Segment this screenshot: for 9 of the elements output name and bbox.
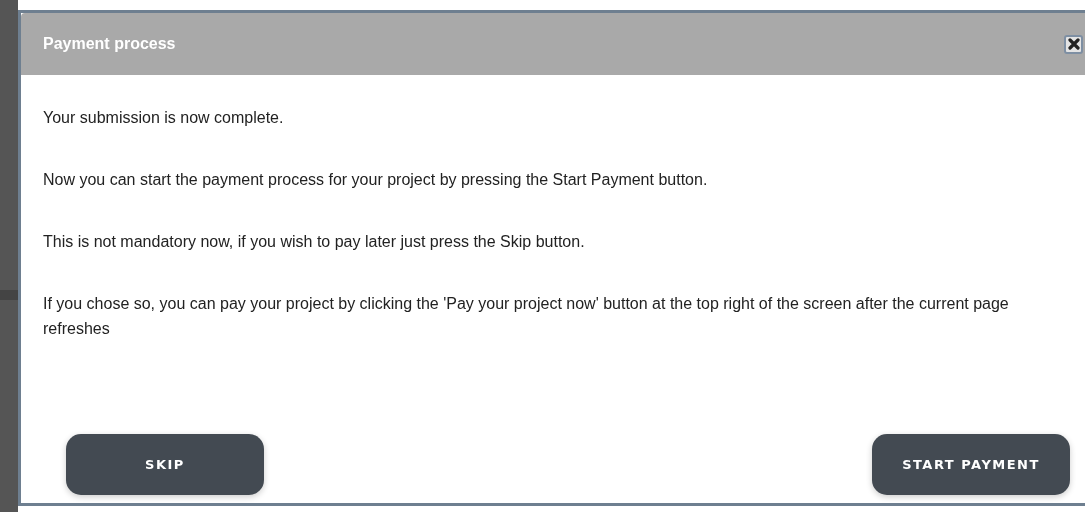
close-button[interactable] xyxy=(1064,34,1083,54)
dialog-title: Payment process xyxy=(43,35,176,53)
message-paragraph: Your submission is now complete. xyxy=(43,108,285,128)
close-icon xyxy=(1067,38,1080,50)
message-paragraph: This is not mandatory now, if you wish to pay later just press the Skip button. xyxy=(43,232,586,252)
start-payment-button[interactable]: START PAYMENT xyxy=(872,434,1070,495)
message-paragraph: If you chose so, you can pay your project by clicking the 'Pay your project now' button at the top right of the screen after the current page refreshes xyxy=(43,294,1010,339)
skip-button[interactable]: SKIP xyxy=(66,434,264,495)
message-paragraph: Now you can start the payment process for your project by pressing the Start Payment button. xyxy=(43,170,709,190)
